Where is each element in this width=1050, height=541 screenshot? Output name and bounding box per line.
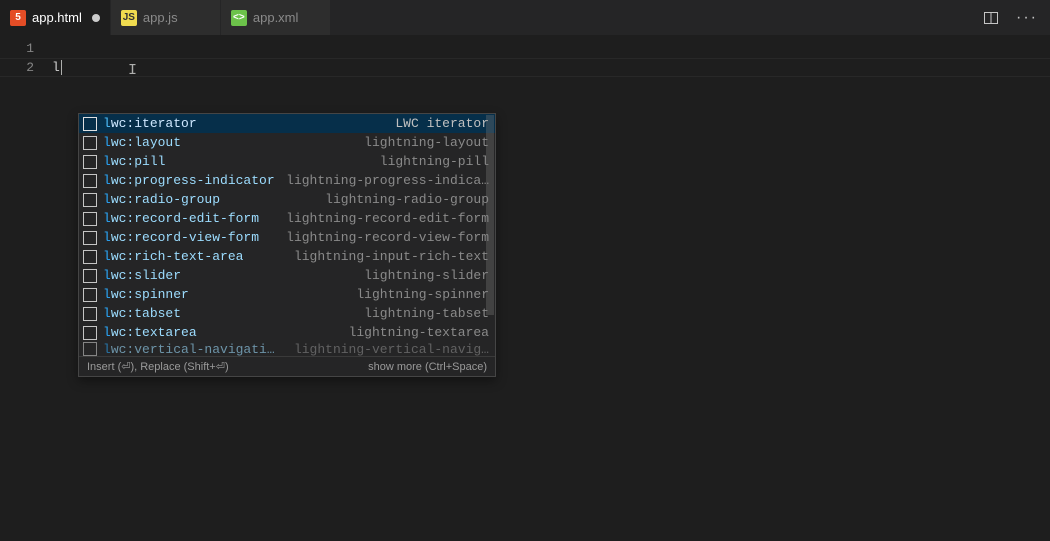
suggest-list[interactable]: lwc:iterator LWC iterator lwc:layout lightn… bbox=[79, 114, 495, 356]
dirty-indicator-icon bbox=[92, 14, 100, 22]
suggest-item[interactable]: lwc:slider lightning-slider bbox=[79, 266, 495, 285]
suggest-item-detail: lightning-input-rich-text bbox=[294, 247, 489, 266]
suggest-item-detail: lightning-progress-indica… bbox=[286, 171, 489, 190]
suggest-status-right[interactable]: show more (Ctrl+Space) bbox=[368, 361, 487, 373]
suggest-item[interactable]: lwc:pill lightning-pill bbox=[79, 152, 495, 171]
suggest-item-detail: LWC iterator bbox=[395, 114, 489, 133]
typed-text: l bbox=[52, 60, 60, 75]
suggest-item-label: lwc:layout bbox=[103, 133, 181, 152]
tab-label: app.xml bbox=[253, 10, 299, 25]
suggest-item-label: lwc:tabset bbox=[103, 304, 181, 323]
line-number: 1 bbox=[0, 39, 52, 58]
suggest-item-label: lwc:progress-indicator bbox=[103, 171, 275, 190]
suggest-item-label: lwc:record-view-form bbox=[103, 228, 259, 247]
suggest-item[interactable]: lwc:tabset lightning-tabset bbox=[79, 304, 495, 323]
suggest-item[interactable]: lwc:vertical-navigati… lightning-vertical… bbox=[79, 342, 495, 356]
snippet-kind-icon bbox=[83, 174, 97, 188]
suggest-item-detail: lightning-radio-group bbox=[325, 190, 489, 209]
snippet-kind-icon bbox=[83, 212, 97, 226]
snippet-kind-icon bbox=[83, 155, 97, 169]
tab-app-xml[interactable]: <> app.xml bbox=[221, 0, 331, 35]
suggest-item-label: lwc:iterator bbox=[103, 114, 197, 133]
suggest-item[interactable]: lwc:radio-group lightning-radio-group bbox=[79, 190, 495, 209]
editor-area[interactable]: 1 2 l I lwc:iteratorLWC iteratorlwc:layo… bbox=[0, 35, 1050, 541]
snippet-kind-icon bbox=[83, 250, 97, 264]
suggest-status-left: Insert (⏎), Replace (Shift+⏎) bbox=[87, 360, 229, 373]
suggest-item[interactable]: lwc:iterator LWC iterator bbox=[79, 114, 495, 133]
snippet-kind-icon bbox=[83, 136, 97, 150]
more-actions-icon[interactable]: ··· bbox=[1016, 7, 1038, 29]
suggest-item-detail: lightning-slider bbox=[364, 266, 489, 285]
suggest-item[interactable]: lwc:record-view-form lightning-record-vie… bbox=[79, 228, 495, 247]
suggest-item-label: lwc:slider bbox=[103, 266, 181, 285]
suggest-item-detail: lightning-pill bbox=[380, 152, 489, 171]
xml-file-icon: <> bbox=[231, 10, 247, 26]
suggest-scrollbar-thumb[interactable] bbox=[486, 115, 494, 315]
snippet-kind-icon bbox=[83, 342, 97, 356]
suggest-item-label: lwc:radio-group bbox=[103, 190, 220, 209]
suggest-item-label: lwc:spinner bbox=[103, 285, 189, 304]
suggest-item-detail: lightning-vertical-navig… bbox=[294, 342, 489, 356]
suggest-item[interactable]: lwc:record-edit-form lightning-record-edi… bbox=[79, 209, 495, 228]
tab-app-html[interactable]: 5 app.html bbox=[0, 0, 111, 35]
snippet-kind-icon bbox=[83, 231, 97, 245]
intellisense-suggest-widget[interactable]: lwc:iterator LWC iterator lwc:layout lightn… bbox=[78, 113, 496, 377]
split-editor-icon[interactable] bbox=[980, 7, 1002, 29]
suggest-item-detail: lightning-record-edit-form bbox=[286, 209, 489, 228]
suggest-item[interactable]: lwc:textarea lightning-textarea bbox=[79, 323, 495, 342]
tab-app-js[interactable]: JS app.js bbox=[111, 0, 221, 35]
suggest-item-detail: lightning-spinner bbox=[356, 285, 489, 304]
suggest-item[interactable]: lwc:rich-text-area lightning-input-rich-t… bbox=[79, 247, 495, 266]
suggest-item-detail: lightning-textarea bbox=[349, 323, 489, 342]
suggest-item-detail: lightning-record-view-form bbox=[286, 228, 489, 247]
tab-bar: 5 app.html JS app.js <> app.xml ··· bbox=[0, 0, 1050, 35]
html-file-icon: 5 bbox=[10, 10, 26, 26]
tab-label: app.js bbox=[143, 10, 178, 25]
suggest-item-label: lwc:record-edit-form bbox=[103, 209, 259, 228]
snippet-kind-icon bbox=[83, 326, 97, 340]
suggest-status-bar: Insert (⏎), Replace (Shift+⏎) show more … bbox=[79, 356, 495, 376]
suggest-scrollbar[interactable] bbox=[485, 114, 495, 376]
tab-label: app.html bbox=[32, 10, 82, 25]
suggest-item-label: lwc:pill bbox=[103, 152, 165, 171]
snippet-kind-icon bbox=[83, 288, 97, 302]
snippet-kind-icon bbox=[83, 193, 97, 207]
tab-actions: ··· bbox=[980, 0, 1050, 35]
code-line: l bbox=[52, 58, 1050, 77]
suggest-item-label: lwc:rich-text-area bbox=[103, 247, 243, 266]
suggest-item[interactable]: lwc:layout lightning-layout bbox=[79, 133, 495, 152]
text-cursor bbox=[61, 60, 62, 75]
code-line bbox=[52, 39, 1050, 58]
js-file-icon: JS bbox=[121, 10, 137, 26]
suggest-item-detail: lightning-tabset bbox=[364, 304, 489, 323]
suggest-item-label: lwc:vertical-navigati… bbox=[103, 342, 275, 356]
suggest-item[interactable]: lwc:progress-indicator lightning-progress… bbox=[79, 171, 495, 190]
line-number-gutter: 1 2 bbox=[0, 35, 52, 541]
suggest-item[interactable]: lwc:spinner lightning-spinner bbox=[79, 285, 495, 304]
suggest-item-label: lwc:textarea bbox=[103, 323, 197, 342]
suggest-item-detail: lightning-layout bbox=[364, 133, 489, 152]
snippet-kind-icon bbox=[83, 117, 97, 131]
snippet-kind-icon bbox=[83, 269, 97, 283]
snippet-kind-icon bbox=[83, 307, 97, 321]
